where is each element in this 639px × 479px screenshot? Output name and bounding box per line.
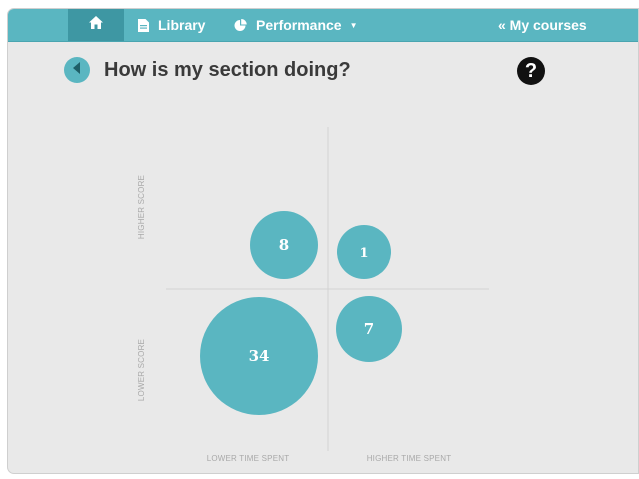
y-label-bottom: LOWER SCORE — [137, 339, 146, 401]
x-label-left: LOWER TIME SPENT — [207, 454, 290, 463]
x-label-right: HIGHER TIME SPENT — [367, 454, 452, 463]
bubble-label-higher-time-lower-score: 7 — [364, 320, 374, 338]
y-label-top: HIGHER SCORE — [137, 175, 146, 239]
bubble-label-higher-time-higher-score: 1 — [359, 246, 368, 261]
app-window: Library Performance ▼ « My courses How i… — [7, 8, 639, 474]
quadrant-bubble-chart: 8 1 34 7 HIGHER SCORE LOWER SCORE LOWER TIM… — [137, 127, 489, 463]
bubble-label-lower-time-lower-score: 34 — [249, 347, 270, 365]
bubble-label-lower-time-higher-score: 8 — [279, 236, 289, 254]
